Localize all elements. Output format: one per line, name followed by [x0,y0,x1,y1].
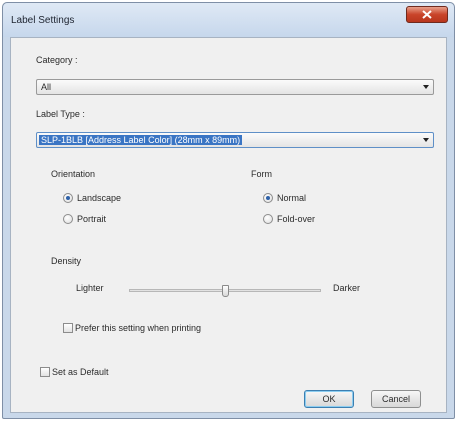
density-min-label: Lighter [76,283,104,293]
category-label: Category : [36,55,78,65]
density-heading: Density [51,256,82,266]
normal-radio[interactable] [263,193,273,203]
landscape-radio[interactable] [63,193,73,203]
set-default-label: Set as Default [52,367,109,377]
landscape-label: Landscape [77,193,122,203]
density-max-label: Darker [333,283,361,293]
category-value: All [41,82,52,92]
label-settings-dialog: Label Settings Category : All Label Type… [2,2,455,419]
portrait-radio[interactable] [63,214,73,224]
portrait-label: Portrait [77,214,107,224]
ok-button[interactable]: OK [304,390,354,408]
dialog-body: Category : All Label Type : SLP-1BLB [Ad… [10,37,447,413]
orientation-heading: Orientation [51,169,96,179]
normal-label: Normal [277,193,307,203]
close-button[interactable] [406,6,448,23]
category-dropdown[interactable]: All [36,79,434,95]
label-type-label: Label Type : [36,109,85,119]
density-slider[interactable] [129,285,321,297]
dialog-title: Label Settings [11,15,75,26]
cancel-button[interactable]: Cancel [371,390,421,408]
fold-over-radio[interactable] [263,214,273,224]
label-type-value: SLP-1BLB [Address Label Color] (28mm x 8… [39,135,243,145]
prefer-setting-label: Prefer this setting when printing [75,323,202,333]
label-type-dropdown[interactable]: SLP-1BLB [Address Label Color] (28mm x 8… [36,132,434,148]
title-bar[interactable]: Label Settings [3,3,454,37]
form-heading: Form [251,169,272,179]
fold-over-label: Fold-over [277,214,316,224]
set-default-checkbox[interactable] [40,367,50,377]
prefer-setting-checkbox[interactable] [63,323,73,333]
chevron-down-icon [423,138,429,142]
chevron-down-icon [423,85,429,89]
density-slider-thumb[interactable] [222,285,229,297]
close-icon [422,10,432,19]
